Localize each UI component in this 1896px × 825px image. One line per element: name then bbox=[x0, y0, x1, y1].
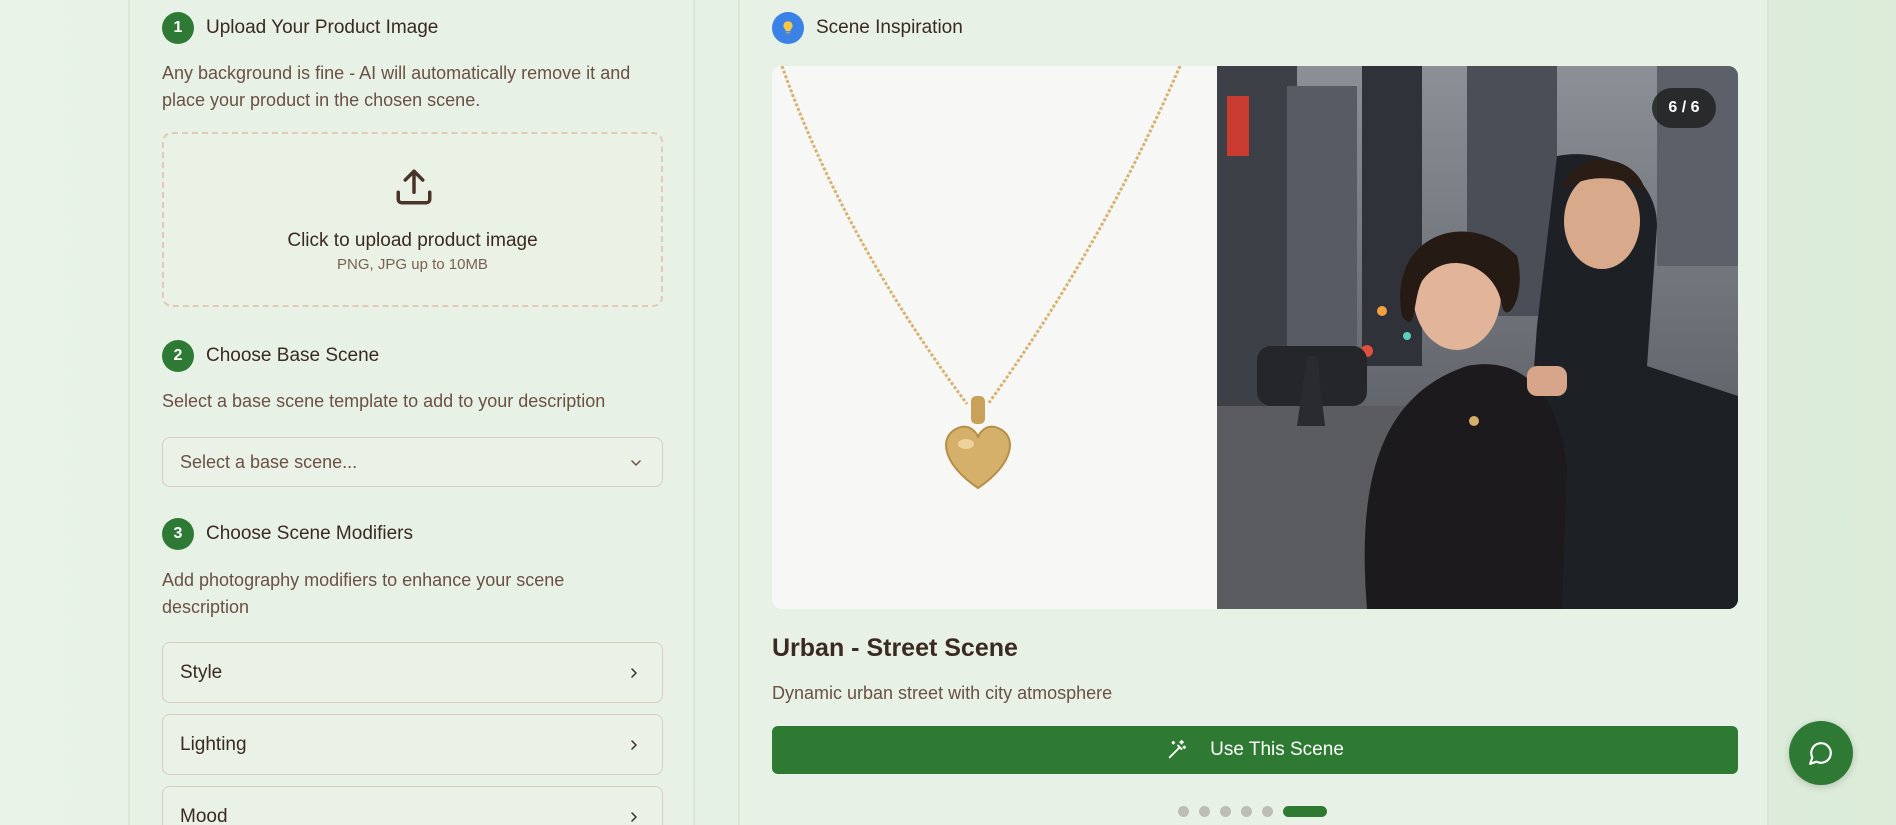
scene-description: Dynamic urban street with city atmospher… bbox=[772, 683, 1113, 703]
magic-wand-icon bbox=[1168, 739, 1187, 759]
step-2-number: 2 bbox=[162, 340, 194, 372]
modifier-lighting-label: Lighting bbox=[180, 733, 247, 755]
scene-name: Urban - Street Scene bbox=[772, 634, 1018, 662]
use-this-scene-button[interactable]: Use This Scene bbox=[772, 726, 1738, 774]
upload-dropzone[interactable]: Click to upload product image PNG, JPG u… bbox=[162, 132, 663, 307]
step-1-number: 1 bbox=[162, 12, 194, 44]
carousel-dots bbox=[1178, 806, 1337, 817]
step-1-header: 1 Upload Your Product Image bbox=[162, 12, 438, 44]
modifier-mood-label: Mood bbox=[180, 805, 228, 825]
chevron-right-icon bbox=[631, 668, 637, 678]
necklace-illustration bbox=[780, 66, 1182, 490]
left-panel: 1 Upload Your Product Image Any backgrou… bbox=[128, 0, 695, 825]
modifier-style-label: Style bbox=[180, 661, 223, 683]
product-image bbox=[772, 66, 1217, 609]
step-2-title: Choose Base Scene bbox=[206, 345, 380, 366]
modifier-style[interactable]: Style bbox=[162, 642, 663, 703]
base-scene-select-placeholder: Select a base scene... bbox=[180, 451, 358, 472]
use-this-scene-label: Use This Scene bbox=[1210, 739, 1344, 760]
step-2-description: Select a base scene template to add to y… bbox=[162, 391, 606, 411]
right-panel: Scene Inspiration 6 / 6 Urban - Street S… bbox=[738, 0, 1769, 825]
chevron-right-icon bbox=[631, 740, 637, 750]
chevron-right-icon bbox=[631, 812, 637, 822]
carousel-dot-2[interactable] bbox=[1199, 806, 1210, 817]
carousel-dot-4[interactable] bbox=[1241, 806, 1252, 817]
scene-inspiration-title: Scene Inspiration bbox=[816, 17, 963, 38]
base-scene-select[interactable]: Select a base scene... bbox=[162, 437, 663, 487]
lightbulb-icon bbox=[772, 12, 804, 44]
step-3-header: 3 Choose Scene Modifiers bbox=[162, 518, 413, 550]
step-3-description: Add photography modifiers to enhance you… bbox=[162, 570, 565, 617]
carousel-dot-3[interactable] bbox=[1220, 806, 1231, 817]
slide-counter: 6 / 6 bbox=[1652, 88, 1716, 128]
carousel-dot-6-active[interactable] bbox=[1283, 806, 1327, 817]
carousel-dot-1[interactable] bbox=[1178, 806, 1189, 817]
scene-preview-image: 6 / 6 bbox=[772, 66, 1738, 609]
chat-button[interactable] bbox=[1789, 721, 1853, 785]
upload-main-text: Click to upload product image bbox=[287, 230, 538, 251]
upload-icon bbox=[396, 169, 432, 205]
lightbulb-glyph bbox=[783, 21, 793, 35]
chevron-down-icon bbox=[631, 460, 641, 466]
street-scene-illustration bbox=[1217, 66, 1738, 609]
modifier-mood[interactable]: Mood bbox=[162, 786, 663, 825]
street-scene-image bbox=[1217, 66, 1738, 609]
step-3-number: 3 bbox=[162, 518, 194, 550]
upload-sub-text: PNG, JPG up to 10MB bbox=[337, 256, 488, 273]
step-2-header: 2 Choose Base Scene bbox=[162, 340, 379, 372]
step-3-title: Choose Scene Modifiers bbox=[206, 523, 413, 544]
step-1-description: Any background is fine - AI will automat… bbox=[162, 63, 631, 110]
step-1-title: Upload Your Product Image bbox=[206, 17, 439, 38]
modifier-lighting[interactable]: Lighting bbox=[162, 714, 663, 775]
carousel-dot-5[interactable] bbox=[1262, 806, 1273, 817]
chat-bubble-icon bbox=[1809, 742, 1832, 765]
